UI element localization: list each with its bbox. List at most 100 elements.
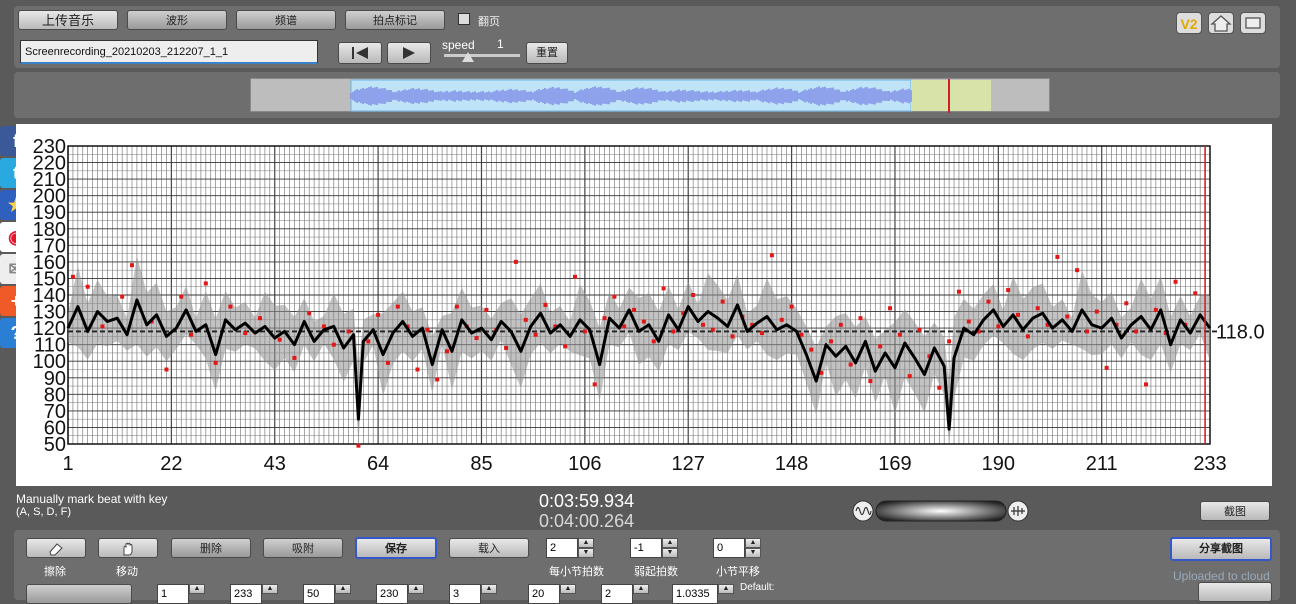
pickup-beats-down[interactable]: ▼ bbox=[662, 548, 678, 558]
row2-stepper-2[interactable]: 233 ▲ bbox=[230, 584, 278, 604]
row2-input-2[interactable]: 233 bbox=[230, 584, 262, 604]
row2-stepper-3[interactable]: 50 ▲ bbox=[303, 584, 351, 604]
row2-input-5[interactable]: 3 bbox=[449, 584, 481, 604]
row2-up-8[interactable]: ▲ bbox=[718, 584, 734, 594]
row2-stepper-6[interactable]: 20 ▲ bbox=[528, 584, 576, 604]
row2-input-8[interactable]: 1.0335 bbox=[672, 584, 718, 604]
beat-tempo-point bbox=[710, 327, 715, 332]
load-button[interactable]: 载入 bbox=[449, 538, 529, 558]
speed-slider-track[interactable] bbox=[444, 54, 520, 57]
beat-tempo-point bbox=[346, 329, 351, 334]
beat-tempo-point bbox=[602, 316, 607, 321]
v2-badge[interactable]: V2 bbox=[1176, 12, 1202, 34]
speed-slider-handle[interactable] bbox=[462, 52, 474, 62]
beat-tempo-point bbox=[641, 319, 646, 324]
beat-tempo-point bbox=[878, 344, 883, 349]
beat-tempo-point bbox=[504, 345, 509, 350]
row2-up-1[interactable]: ▲ bbox=[189, 584, 205, 594]
skip-start-button[interactable] bbox=[338, 42, 382, 64]
upload-music-button[interactable]: 上传音乐 bbox=[18, 10, 118, 30]
beat-tempo-point bbox=[661, 286, 666, 291]
beat-tempo-point bbox=[228, 304, 233, 309]
beats-per-bar-up[interactable]: ▲ bbox=[578, 538, 594, 548]
row2-input-6[interactable]: 20 bbox=[528, 584, 560, 604]
bar-shift-down[interactable]: ▼ bbox=[745, 548, 761, 558]
screenshot-button[interactable]: 截图 bbox=[1200, 501, 1270, 521]
beat-tempo-point bbox=[632, 307, 637, 312]
x-tick-label: 148 bbox=[775, 453, 808, 475]
beat-tempo-point bbox=[730, 334, 735, 339]
row2-right-button[interactable] bbox=[1198, 582, 1272, 602]
beat-tempo-point bbox=[907, 374, 912, 379]
row2-up-3[interactable]: ▲ bbox=[335, 584, 351, 594]
row2-input-1[interactable]: 1 bbox=[157, 584, 189, 604]
beat-tempo-point bbox=[331, 342, 336, 347]
row2-stepper-1[interactable]: 1 ▲ bbox=[157, 584, 205, 604]
spectrum-button[interactable]: 频谱 bbox=[236, 10, 336, 30]
hand-icon bbox=[123, 542, 133, 556]
speed-value: 1 bbox=[497, 37, 504, 51]
beats-per-bar-down[interactable]: ▼ bbox=[578, 548, 594, 558]
pickup-beats-up[interactable]: ▲ bbox=[662, 538, 678, 548]
beat-tempo-point bbox=[917, 327, 922, 332]
pickup-beats-input[interactable]: -1 bbox=[630, 538, 662, 558]
row2-up-6[interactable]: ▲ bbox=[560, 584, 576, 594]
row2-up-5[interactable]: ▲ bbox=[481, 584, 497, 594]
beat-tempo-point bbox=[179, 294, 184, 299]
flip-checkbox[interactable] bbox=[458, 13, 470, 25]
beat-tempo-point bbox=[937, 385, 942, 390]
beats-per-bar-stepper[interactable]: 2 ▲ ▼ bbox=[546, 538, 594, 558]
pickup-beats-stepper[interactable]: -1 ▲ ▼ bbox=[630, 538, 678, 558]
row2-up-4[interactable]: ▲ bbox=[408, 584, 424, 594]
beat-tempo-point bbox=[533, 332, 538, 337]
save-button[interactable]: 保存 bbox=[355, 537, 437, 559]
beat-tempo-point bbox=[612, 294, 617, 299]
row2-input-3[interactable]: 50 bbox=[303, 584, 335, 604]
row2-input-4[interactable]: 230 bbox=[376, 584, 408, 604]
beat-tempo-point bbox=[720, 299, 725, 304]
x-tick-label: 190 bbox=[982, 453, 1015, 475]
share-screenshot-button[interactable]: 分享截图 bbox=[1170, 537, 1272, 561]
row2-stepper-8[interactable]: 1.0335 ▲ bbox=[672, 584, 734, 604]
beat-tempo-point bbox=[203, 281, 208, 286]
x-tick-label: 169 bbox=[878, 453, 911, 475]
move-label: 移动 bbox=[116, 566, 138, 578]
move-button[interactable] bbox=[98, 538, 158, 558]
beat-tempo-point bbox=[395, 304, 400, 309]
beat-tempo-point bbox=[523, 317, 528, 322]
waveform-button[interactable]: 波形 bbox=[127, 10, 227, 30]
row2-stepper-7[interactable]: 2 ▲ bbox=[601, 584, 649, 604]
fullscreen-button[interactable] bbox=[1240, 12, 1266, 34]
row2-button[interactable] bbox=[26, 584, 132, 604]
bar-shift-up[interactable]: ▲ bbox=[745, 538, 761, 548]
row2-up-7[interactable]: ▲ bbox=[633, 584, 649, 594]
beat-tempo-point bbox=[700, 322, 705, 327]
beat-tempo-point bbox=[425, 327, 430, 332]
beat-tempo-point bbox=[769, 253, 774, 258]
bar-shift-stepper[interactable]: 0 ▲ ▼ bbox=[713, 538, 761, 558]
waveform-overview[interactable] bbox=[250, 78, 1050, 113]
beats-per-bar-input[interactable]: 2 bbox=[546, 538, 578, 558]
row2-stepper-4[interactable]: 230 ▲ bbox=[376, 584, 424, 604]
volume-knob[interactable] bbox=[852, 498, 1030, 524]
play-button[interactable] bbox=[387, 42, 431, 64]
row2-up-2[interactable]: ▲ bbox=[262, 584, 278, 594]
tempo-chart[interactable]: 118.0 50 60 70 80 90 100 110 120 130 140 150 160 170 1… bbox=[16, 124, 1272, 486]
beat-mark-button[interactable]: 拍点标记 bbox=[345, 10, 445, 30]
snap-button[interactable]: 吸附 bbox=[263, 538, 343, 558]
beat-tempo-point bbox=[858, 316, 863, 321]
beat-tempo-point bbox=[454, 304, 459, 309]
row2-input-7[interactable]: 2 bbox=[601, 584, 633, 604]
row2-stepper-5[interactable]: 3 ▲ bbox=[449, 584, 497, 604]
filename-field[interactable]: Screenrecording_20210203_212207_1_1 bbox=[20, 40, 318, 64]
home-button[interactable] bbox=[1208, 12, 1234, 34]
beat-tempo-point bbox=[868, 379, 873, 384]
beat-tempo-point bbox=[1104, 365, 1109, 370]
delete-button[interactable]: 删除 bbox=[171, 538, 251, 558]
reset-button[interactable]: 重置 bbox=[526, 42, 568, 64]
beat-tempo-point bbox=[1084, 329, 1089, 334]
erase-button[interactable] bbox=[26, 538, 86, 558]
beat-tempo-point bbox=[966, 319, 971, 324]
bar-shift-input[interactable]: 0 bbox=[713, 538, 745, 558]
beat-tempo-point bbox=[573, 274, 578, 279]
